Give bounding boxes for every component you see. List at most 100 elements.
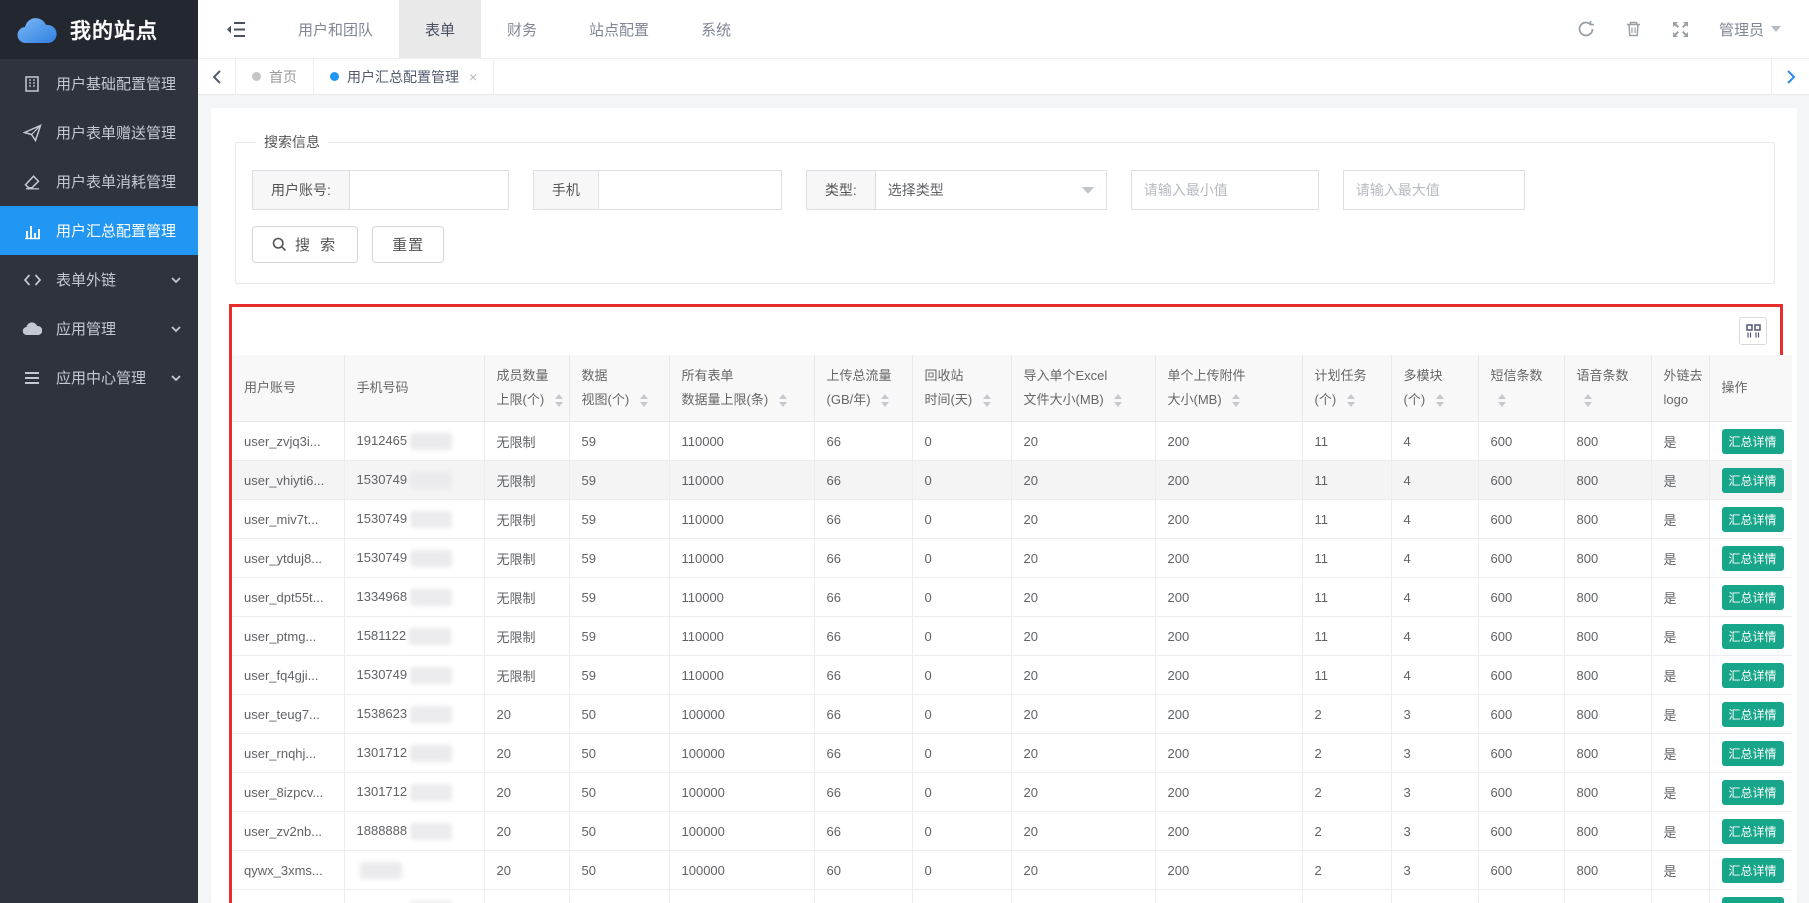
column-header-upload_traffic[interactable]: 上传总流量(GB/年): [814, 355, 912, 422]
sort-caret-icon[interactable]: [1114, 394, 1122, 407]
summary-detail-button[interactable]: 汇总详情: [1722, 702, 1784, 727]
sidebar-item-0[interactable]: 用户基础配置管理: [0, 59, 198, 108]
module-tab-2[interactable]: 财务: [481, 0, 563, 58]
collapse-sidebar-icon[interactable]: [226, 21, 246, 38]
summary-detail-button[interactable]: 汇总详情: [1722, 741, 1784, 766]
module-tab-1[interactable]: 表单: [399, 0, 481, 58]
sort-caret-icon[interactable]: [983, 394, 991, 407]
summary-detail-button[interactable]: 汇总详情: [1722, 585, 1784, 610]
fullscreen-icon[interactable]: [1672, 21, 1689, 38]
sort-caret-icon[interactable]: [640, 394, 648, 407]
search-button[interactable]: 搜 索: [252, 226, 358, 263]
annotated-table-region: 用户账号手机号码成员数量上限(个) 数据视图(个) 所有表单数据量上限(条) 上…: [229, 304, 1783, 903]
sidebar-item-1[interactable]: 用户表单赠送管理: [0, 108, 198, 157]
cell-upload_traffic: 60: [814, 890, 912, 903]
cell-form_data_limit: 100000: [669, 890, 814, 903]
cell-action: 汇总详情: [1709, 578, 1792, 617]
cell-action: 汇总详情: [1709, 851, 1792, 890]
cell-multi_modules: 3: [1391, 812, 1478, 851]
summary-detail-button[interactable]: 汇总详情: [1722, 897, 1784, 903]
summary-detail-button[interactable]: 汇总详情: [1722, 819, 1784, 844]
trash-icon[interactable]: [1625, 20, 1642, 38]
search-panel: 搜索信息 用户账号: 手机 类型: 选择类型: [235, 132, 1775, 284]
min-value-input[interactable]: [1131, 170, 1319, 210]
admin-menu[interactable]: 管理员: [1719, 19, 1781, 40]
module-tab-4[interactable]: 系统: [675, 0, 757, 58]
sort-caret-icon[interactable]: [1232, 394, 1240, 407]
cell-form_data_limit: 110000: [669, 539, 814, 578]
cell-action: 汇总详情: [1709, 461, 1792, 500]
summary-detail-button[interactable]: 汇总详情: [1722, 858, 1784, 883]
cell-multi_modules: 3: [1391, 695, 1478, 734]
sidebar-item-4[interactable]: 表单外链: [0, 255, 198, 304]
max-field-group: [1343, 170, 1525, 210]
column-header-scheduled_tasks[interactable]: 计划任务(个): [1302, 355, 1391, 422]
max-value-input[interactable]: [1343, 170, 1525, 210]
column-header-sms_count[interactable]: 短信条数: [1478, 355, 1564, 422]
tabs-scroll-left-button[interactable]: [198, 59, 236, 94]
sidebar-item-6[interactable]: 应用中心管理: [0, 353, 198, 402]
cell-action: 汇总详情: [1709, 422, 1792, 461]
top-navbar: 用户和团队表单财务站点配置系统 管理员: [198, 0, 1809, 59]
cell-scheduled_tasks: 2: [1302, 695, 1391, 734]
sort-caret-icon[interactable]: [555, 394, 563, 407]
page-tab-label: 首页: [269, 67, 297, 87]
column-header-multi_modules[interactable]: 多模块(个): [1391, 355, 1478, 422]
column-header-voice_count[interactable]: 语音条数: [1564, 355, 1651, 422]
column-header-recycle_days[interactable]: 回收站时间(天): [912, 355, 1011, 422]
sort-caret-icon[interactable]: [779, 394, 787, 407]
summary-detail-button[interactable]: 汇总详情: [1722, 546, 1784, 571]
column-header-excel_size[interactable]: 导入单个Excel文件大小(MB): [1011, 355, 1155, 422]
cell-data_views: 50: [569, 773, 669, 812]
page-tab-0[interactable]: 首页: [236, 59, 314, 94]
phone-blur-mask: [410, 706, 452, 723]
summary-detail-button[interactable]: 汇总详情: [1722, 624, 1784, 649]
cell-phone: [344, 851, 484, 890]
sidebar-item-3[interactable]: 用户汇总配置管理: [0, 206, 198, 255]
phone-blur-mask: [410, 511, 452, 528]
account-input[interactable]: [349, 170, 509, 210]
sort-caret-icon[interactable]: [881, 394, 889, 407]
cell-action: 汇总详情: [1709, 734, 1792, 773]
sidebar-item-5[interactable]: 应用管理: [0, 304, 198, 353]
cell-member_limit: 无限制: [484, 617, 569, 656]
type-select[interactable]: 选择类型: [875, 170, 1107, 210]
column-header-attachment_size[interactable]: 单个上传附件大小(MB): [1155, 355, 1302, 422]
cell-multi_modules: 4: [1391, 656, 1478, 695]
page-tab-1[interactable]: 用户汇总配置管理×: [314, 59, 494, 94]
reset-button[interactable]: 重置: [372, 226, 444, 263]
summary-detail-button[interactable]: 汇总详情: [1722, 429, 1784, 454]
module-tab-0[interactable]: 用户和团队: [272, 0, 399, 58]
close-icon[interactable]: ×: [469, 69, 477, 85]
summary-detail-button[interactable]: 汇总详情: [1722, 780, 1784, 805]
column-header-form_data_limit[interactable]: 所有表单数据量上限(条): [669, 355, 814, 422]
sidebar-item-2[interactable]: 用户表单消耗管理: [0, 157, 198, 206]
cell-member_limit: 20: [484, 695, 569, 734]
column-header-member_limit[interactable]: 成员数量上限(个): [484, 355, 569, 422]
sort-caret-icon[interactable]: [1498, 394, 1506, 407]
cell-multi_modules: 4: [1391, 422, 1478, 461]
column-header-data_views[interactable]: 数据视图(个): [569, 355, 669, 422]
phone-input[interactable]: [598, 170, 782, 210]
column-header-action: 操作: [1709, 355, 1792, 422]
cell-account: user_ytduj8...: [232, 539, 344, 578]
sort-caret-icon[interactable]: [1436, 394, 1444, 407]
refresh-icon[interactable]: [1577, 20, 1595, 38]
cell-sms_count: 600: [1478, 500, 1564, 539]
tabs-scroll-right-button[interactable]: [1771, 59, 1809, 94]
cell-member_limit: 无限制: [484, 656, 569, 695]
column-settings-button[interactable]: [1739, 317, 1767, 345]
cell-data_views: 59: [569, 539, 669, 578]
table-header-row: 用户账号手机号码成员数量上限(个) 数据视图(个) 所有表单数据量上限(条) 上…: [232, 355, 1792, 422]
cell-sms_count: 600: [1478, 773, 1564, 812]
sort-caret-icon[interactable]: [1347, 394, 1355, 407]
table-toolbar: [232, 307, 1780, 355]
summary-detail-button[interactable]: 汇总详情: [1722, 468, 1784, 493]
cell-member_limit: 20: [484, 812, 569, 851]
bar-chart-icon: [22, 221, 42, 241]
module-tab-3[interactable]: 站点配置: [563, 0, 675, 58]
cell-remove_logo: 是: [1651, 422, 1709, 461]
summary-detail-button[interactable]: 汇总详情: [1722, 663, 1784, 688]
sort-caret-icon[interactable]: [1584, 394, 1592, 407]
summary-detail-button[interactable]: 汇总详情: [1722, 507, 1784, 532]
